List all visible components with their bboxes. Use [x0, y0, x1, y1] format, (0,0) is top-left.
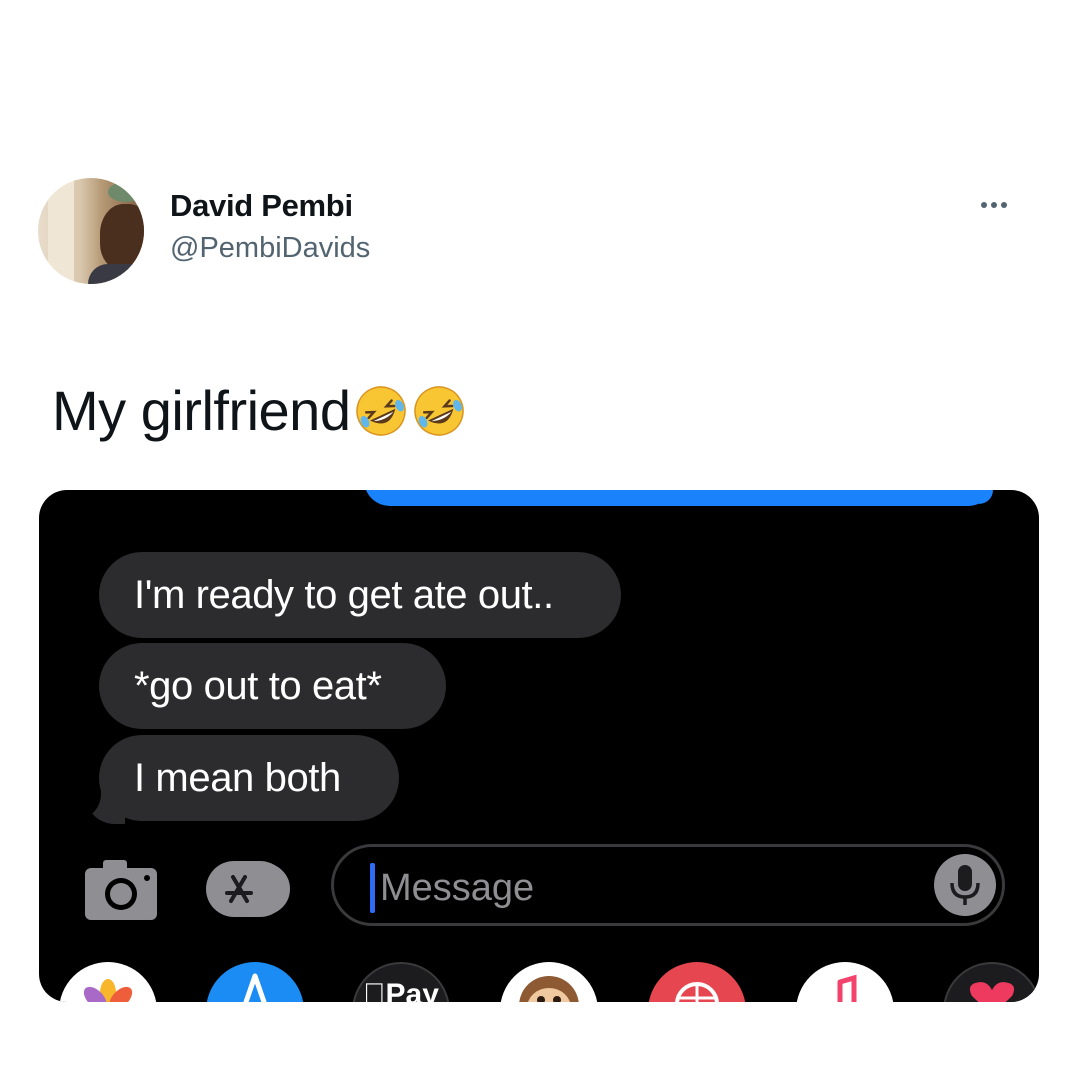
digital-touch-icon[interactable]: [943, 962, 1039, 1002]
microphone-icon: [950, 865, 980, 905]
animoji-icon[interactable]: [500, 962, 598, 1002]
author-avatar[interactable]: [38, 178, 144, 284]
music-icon[interactable]: [796, 962, 894, 1002]
message-text: I'm ready to get ate out..: [134, 572, 554, 617]
microphone-button[interactable]: [934, 854, 996, 916]
message-bubble: *go out to eat*: [99, 643, 446, 729]
web-images-icon[interactable]: [648, 962, 746, 1002]
apple-pay-icon[interactable]: Pay: [352, 962, 450, 1002]
app-store-icon: [225, 875, 253, 903]
laughing-emoji-icon: [414, 385, 465, 436]
message-placeholder: Message: [380, 867, 535, 909]
photos-icon[interactable]: [59, 962, 157, 1002]
message-input[interactable]: Message: [331, 844, 1005, 926]
author-name[interactable]: David Pembi: [170, 188, 353, 224]
message-bubble: I mean both: [99, 735, 399, 821]
outgoing-message-bubble: [364, 490, 994, 506]
message-text: *go out to eat*: [134, 663, 382, 708]
author-handle[interactable]: @PembiDavids: [170, 232, 370, 265]
text-caret: [370, 863, 375, 913]
tweet-text-body: My girlfriend: [52, 379, 351, 442]
app-store-drawer-icon[interactable]: [206, 962, 304, 1002]
laughing-emoji-icon: [356, 385, 407, 436]
app-store-button[interactable]: [206, 861, 290, 917]
camera-icon[interactable]: [85, 858, 157, 920]
more-options-icon[interactable]: [972, 190, 1016, 220]
message-bubble: I'm ready to get ate out..: [99, 552, 621, 638]
apple-pay-label: Pay: [363, 978, 439, 1002]
attached-screenshot[interactable]: I'm ready to get ate out.. *go out to ea…: [39, 490, 1039, 1002]
message-text: I mean both: [134, 755, 341, 800]
tweet-text: My girlfriend: [52, 378, 466, 443]
